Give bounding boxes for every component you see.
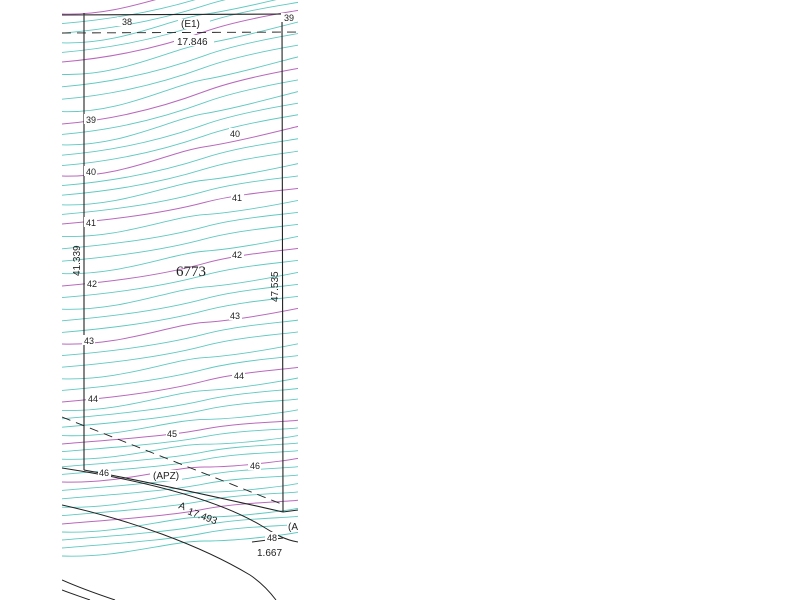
contour-line-minor bbox=[62, 114, 298, 167]
contour-label-42-left: 42 bbox=[87, 279, 97, 289]
e1-easement-line bbox=[62, 31, 298, 34]
contour-label-43-left: 43 bbox=[84, 336, 94, 346]
contour-label-42-right: 42 bbox=[232, 250, 242, 260]
dimension-top: 17.846 bbox=[177, 37, 208, 48]
road-centre-line bbox=[62, 504, 277, 600]
contour-line-minor bbox=[62, 515, 298, 541]
contour-line-minor bbox=[62, 343, 298, 380]
contour-label-43-right: 43 bbox=[230, 311, 240, 321]
easement-label-apz: (APZ) bbox=[153, 471, 179, 482]
contour-line-minor bbox=[62, 150, 298, 196]
contour-line-minor bbox=[62, 163, 298, 206]
contour-label-41-left: 41 bbox=[86, 218, 96, 228]
easement-label-e1: (E1) bbox=[181, 19, 200, 30]
easement-label-right-cut: (A bbox=[288, 522, 298, 533]
contour-line-minor bbox=[62, 331, 298, 368]
contour-label-39-top: 39 bbox=[284, 13, 294, 23]
contour-line-major bbox=[62, 67, 298, 125]
dimension-bottom-prefix: A bbox=[177, 500, 187, 513]
dimension-right: 47.535 bbox=[270, 271, 281, 302]
contour-label-44-left: 44 bbox=[88, 394, 98, 404]
contour-label-46-right: 46 bbox=[250, 461, 260, 471]
dimension-left: 41.339 bbox=[72, 245, 83, 276]
survey-plan-map: 38 39 39 40 40 41 41 42 42 43 43 44 44 4… bbox=[62, 0, 300, 600]
road-kerb-line-2 bbox=[62, 589, 91, 600]
contour-label-40-left: 40 bbox=[86, 167, 96, 177]
contour-line-minor bbox=[62, 283, 298, 322]
contour-label-44-right: 44 bbox=[234, 371, 244, 381]
contour-line-minor bbox=[62, 56, 298, 113]
contour-label-39: 39 bbox=[86, 115, 96, 125]
contour-line-major bbox=[62, 307, 298, 345]
contour-line-minor bbox=[62, 355, 298, 391]
contour-line-minor bbox=[62, 199, 298, 237]
contour-label-38: 38 bbox=[122, 17, 132, 27]
contour-label-46-left: 46 bbox=[99, 468, 109, 478]
road-kerb-line-1 bbox=[62, 579, 116, 600]
contour-line-minor bbox=[62, 79, 298, 135]
contour-label-45: 45 bbox=[167, 429, 177, 439]
contour-label-40-right: 40 bbox=[230, 129, 240, 139]
contour-label-48: 48 bbox=[267, 533, 277, 543]
lot-number: 6773 bbox=[176, 264, 206, 280]
dimension-bottom-short: 1.667 bbox=[257, 548, 282, 559]
contour-label-41-right: 41 bbox=[232, 193, 242, 203]
